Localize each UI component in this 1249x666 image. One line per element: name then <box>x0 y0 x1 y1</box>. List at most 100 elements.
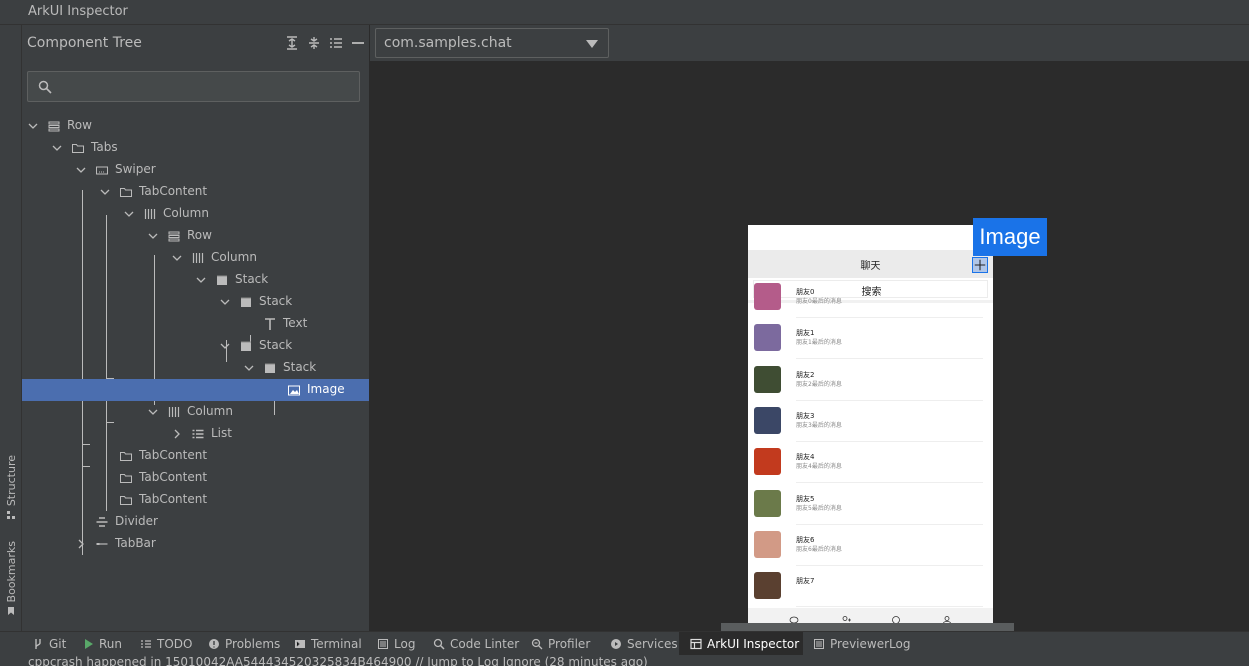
tree-node-label: Swiper <box>115 162 156 176</box>
tool-tab-run[interactable]: Run <box>82 632 122 656</box>
tool-tab-todo[interactable]: TODO <box>140 632 192 656</box>
chevron-down-icon[interactable] <box>99 186 111 198</box>
chevron-down-icon[interactable] <box>147 406 159 418</box>
tool-tab-label: Profiler <box>548 637 591 651</box>
tree-node-row[interactable]: Row <box>22 225 369 247</box>
chevron-down-icon[interactable] <box>51 142 63 154</box>
tree-node-stack[interactable]: Stack <box>22 357 369 379</box>
tree-node-label: Row <box>187 228 212 242</box>
tree-node-list[interactable]: List <box>22 423 369 445</box>
log-icon <box>378 639 388 649</box>
tree-node-divider[interactable]: Divider <box>22 511 369 533</box>
tree-node-tabcontent[interactable]: TabContent <box>22 467 369 489</box>
tree-node-stack[interactable]: Stack <box>22 291 369 313</box>
tree-node-text[interactable]: Text <box>22 313 369 335</box>
chevron-down-icon[interactable] <box>27 120 39 132</box>
chat-list-item[interactable]: 朋友4 朋友4最后的消息 <box>748 442 993 484</box>
tool-tab-label: Terminal <box>311 637 362 651</box>
chat-list-item[interactable]: 朋友5 朋友5最后的消息 <box>748 484 993 525</box>
tool-tab-arkui-inspector[interactable]: ArkUI Inspector <box>679 632 803 656</box>
tree-node-label: Divider <box>115 514 158 528</box>
last-message: 朋友6最后的消息 <box>796 545 842 553</box>
tool-tab-profiler[interactable]: Profiler <box>531 632 590 656</box>
tree-search-field[interactable] <box>27 71 360 102</box>
chevron-down-icon[interactable] <box>123 208 135 220</box>
tree-node-column[interactable]: Column <box>22 247 369 269</box>
tool-tab-services[interactable]: Services <box>610 632 678 656</box>
chat-tab-icon[interactable] <box>789 615 799 623</box>
minimize-icon[interactable] <box>350 35 366 51</box>
discover-tab-icon[interactable] <box>891 615 901 623</box>
tree-node-tabcontent[interactable]: TabContent <box>22 181 369 203</box>
tool-tab-log[interactable]: Log <box>377 632 415 656</box>
chat-list-item[interactable]: 朋友2 朋友2最后的消息 <box>748 360 993 401</box>
image-icon <box>288 385 300 396</box>
preview-canvas: 聊天 搜索 朋友0 朋友0最后的消息 朋友1 朋友1最后的消息 朋友2 朋友2最后的消息朋… <box>370 61 1249 631</box>
profile-tab-icon[interactable] <box>942 615 952 623</box>
chat-list-item[interactable]: 朋友0 朋友0最后的消息 <box>748 277 993 318</box>
tree-node-column[interactable]: Column <box>22 203 369 225</box>
tool-tab-terminal[interactable]: Terminal <box>294 632 362 656</box>
app-selector-dropdown[interactable]: com.samples.chat <box>375 28 609 58</box>
tree-node-tabcontent[interactable]: TabContent <box>22 489 369 511</box>
chevron-down-icon[interactable] <box>171 252 183 264</box>
window-title: ArkUI Inspector <box>28 4 128 19</box>
expand-all-icon[interactable] <box>284 35 300 51</box>
preview-header-bar[interactable]: 聊天 <box>748 250 993 278</box>
stack-icon <box>217 275 227 285</box>
tool-tab-git[interactable]: Git <box>32 632 66 656</box>
chevron-down-icon[interactable] <box>75 164 87 176</box>
chat-list-item[interactable]: 朋友1 朋友1最后的消息 <box>748 318 993 360</box>
folder-icon <box>72 144 84 153</box>
friend-avatar <box>754 283 781 310</box>
preview-horizontal-scrollbar[interactable] <box>721 623 1014 631</box>
chevron-down-icon[interactable] <box>219 296 231 308</box>
bottom-tool-strip: Git Run TODO Problems Terminal Log Code Linter… <box>0 631 1249 656</box>
tree-node-label: TabContent <box>139 492 208 506</box>
tree-node-swiper[interactable]: Swiper <box>22 159 369 181</box>
device-preview[interactable]: 聊天 搜索 朋友0 朋友0最后的消息 朋友1 朋友1最后的消息 朋友2 朋友2最后的消息朋… <box>748 225 993 623</box>
tree-node-tabbar[interactable]: TabBar <box>22 533 369 555</box>
friend-avatar <box>754 448 781 476</box>
chevron-right-icon[interactable] <box>171 428 183 440</box>
tree-node-stack[interactable]: Stack <box>22 269 369 291</box>
chevron-down-icon[interactable] <box>219 340 231 352</box>
list-icon <box>192 429 204 439</box>
inspector-icon <box>690 638 702 650</box>
structure-tab-label: Structure <box>4 455 18 507</box>
tree-node-tabs[interactable]: Tabs <box>22 137 369 159</box>
tool-tab-previewerlog[interactable]: PreviewerLog <box>813 632 910 656</box>
contacts-tab-icon[interactable] <box>841 615 851 623</box>
chat-list-item[interactable]: 朋友3 朋友3最后的消息 <box>748 401 993 442</box>
column-icon <box>144 209 156 219</box>
tool-tab-label: Log <box>394 637 416 651</box>
chevron-right-icon[interactable] <box>75 538 87 550</box>
chevron-down-icon[interactable] <box>195 274 207 286</box>
tree-node-row[interactable]: Row <box>22 115 369 137</box>
tree-node-stack[interactable]: Stack <box>22 335 369 357</box>
tree-search-input[interactable] <box>58 76 353 98</box>
tree-node-tabcontent[interactable]: TabContent <box>22 445 369 467</box>
tree-node-image[interactable]: Image <box>22 379 369 401</box>
status-message[interactable]: cppcrash happened in 15010042AA544434520… <box>28 655 648 666</box>
tree-node-column[interactable]: Column <box>22 401 369 423</box>
tree-node-label: List <box>211 426 232 440</box>
bookmarks-tab[interactable]: Bookmarks <box>0 541 22 616</box>
list-options-icon[interactable] <box>328 35 344 51</box>
chevron-down-icon[interactable] <box>243 362 255 374</box>
stack-icon <box>265 363 275 373</box>
swiper-icon <box>96 166 108 175</box>
collapse-all-icon[interactable] <box>306 35 322 51</box>
text-icon <box>265 318 275 330</box>
chevron-down-icon[interactable] <box>147 230 159 242</box>
component-tree-panel: Component Tree Row Tabs Swiper TabContent Co… <box>22 25 370 631</box>
structure-tab[interactable]: Structure <box>0 455 22 520</box>
add-icon[interactable] <box>972 257 988 273</box>
chat-list-item[interactable]: 朋友7 <box>748 566 993 608</box>
tool-tab-problems[interactable]: Problems <box>208 632 280 656</box>
chat-list-item[interactable]: 朋友6 朋友6最后的消息 <box>748 525 993 566</box>
tool-tab-code-linter[interactable]: Code Linter <box>433 632 519 656</box>
last-message: 朋友2最后的消息 <box>796 380 842 388</box>
todo-icon <box>141 640 151 648</box>
divider-icon <box>96 517 108 527</box>
